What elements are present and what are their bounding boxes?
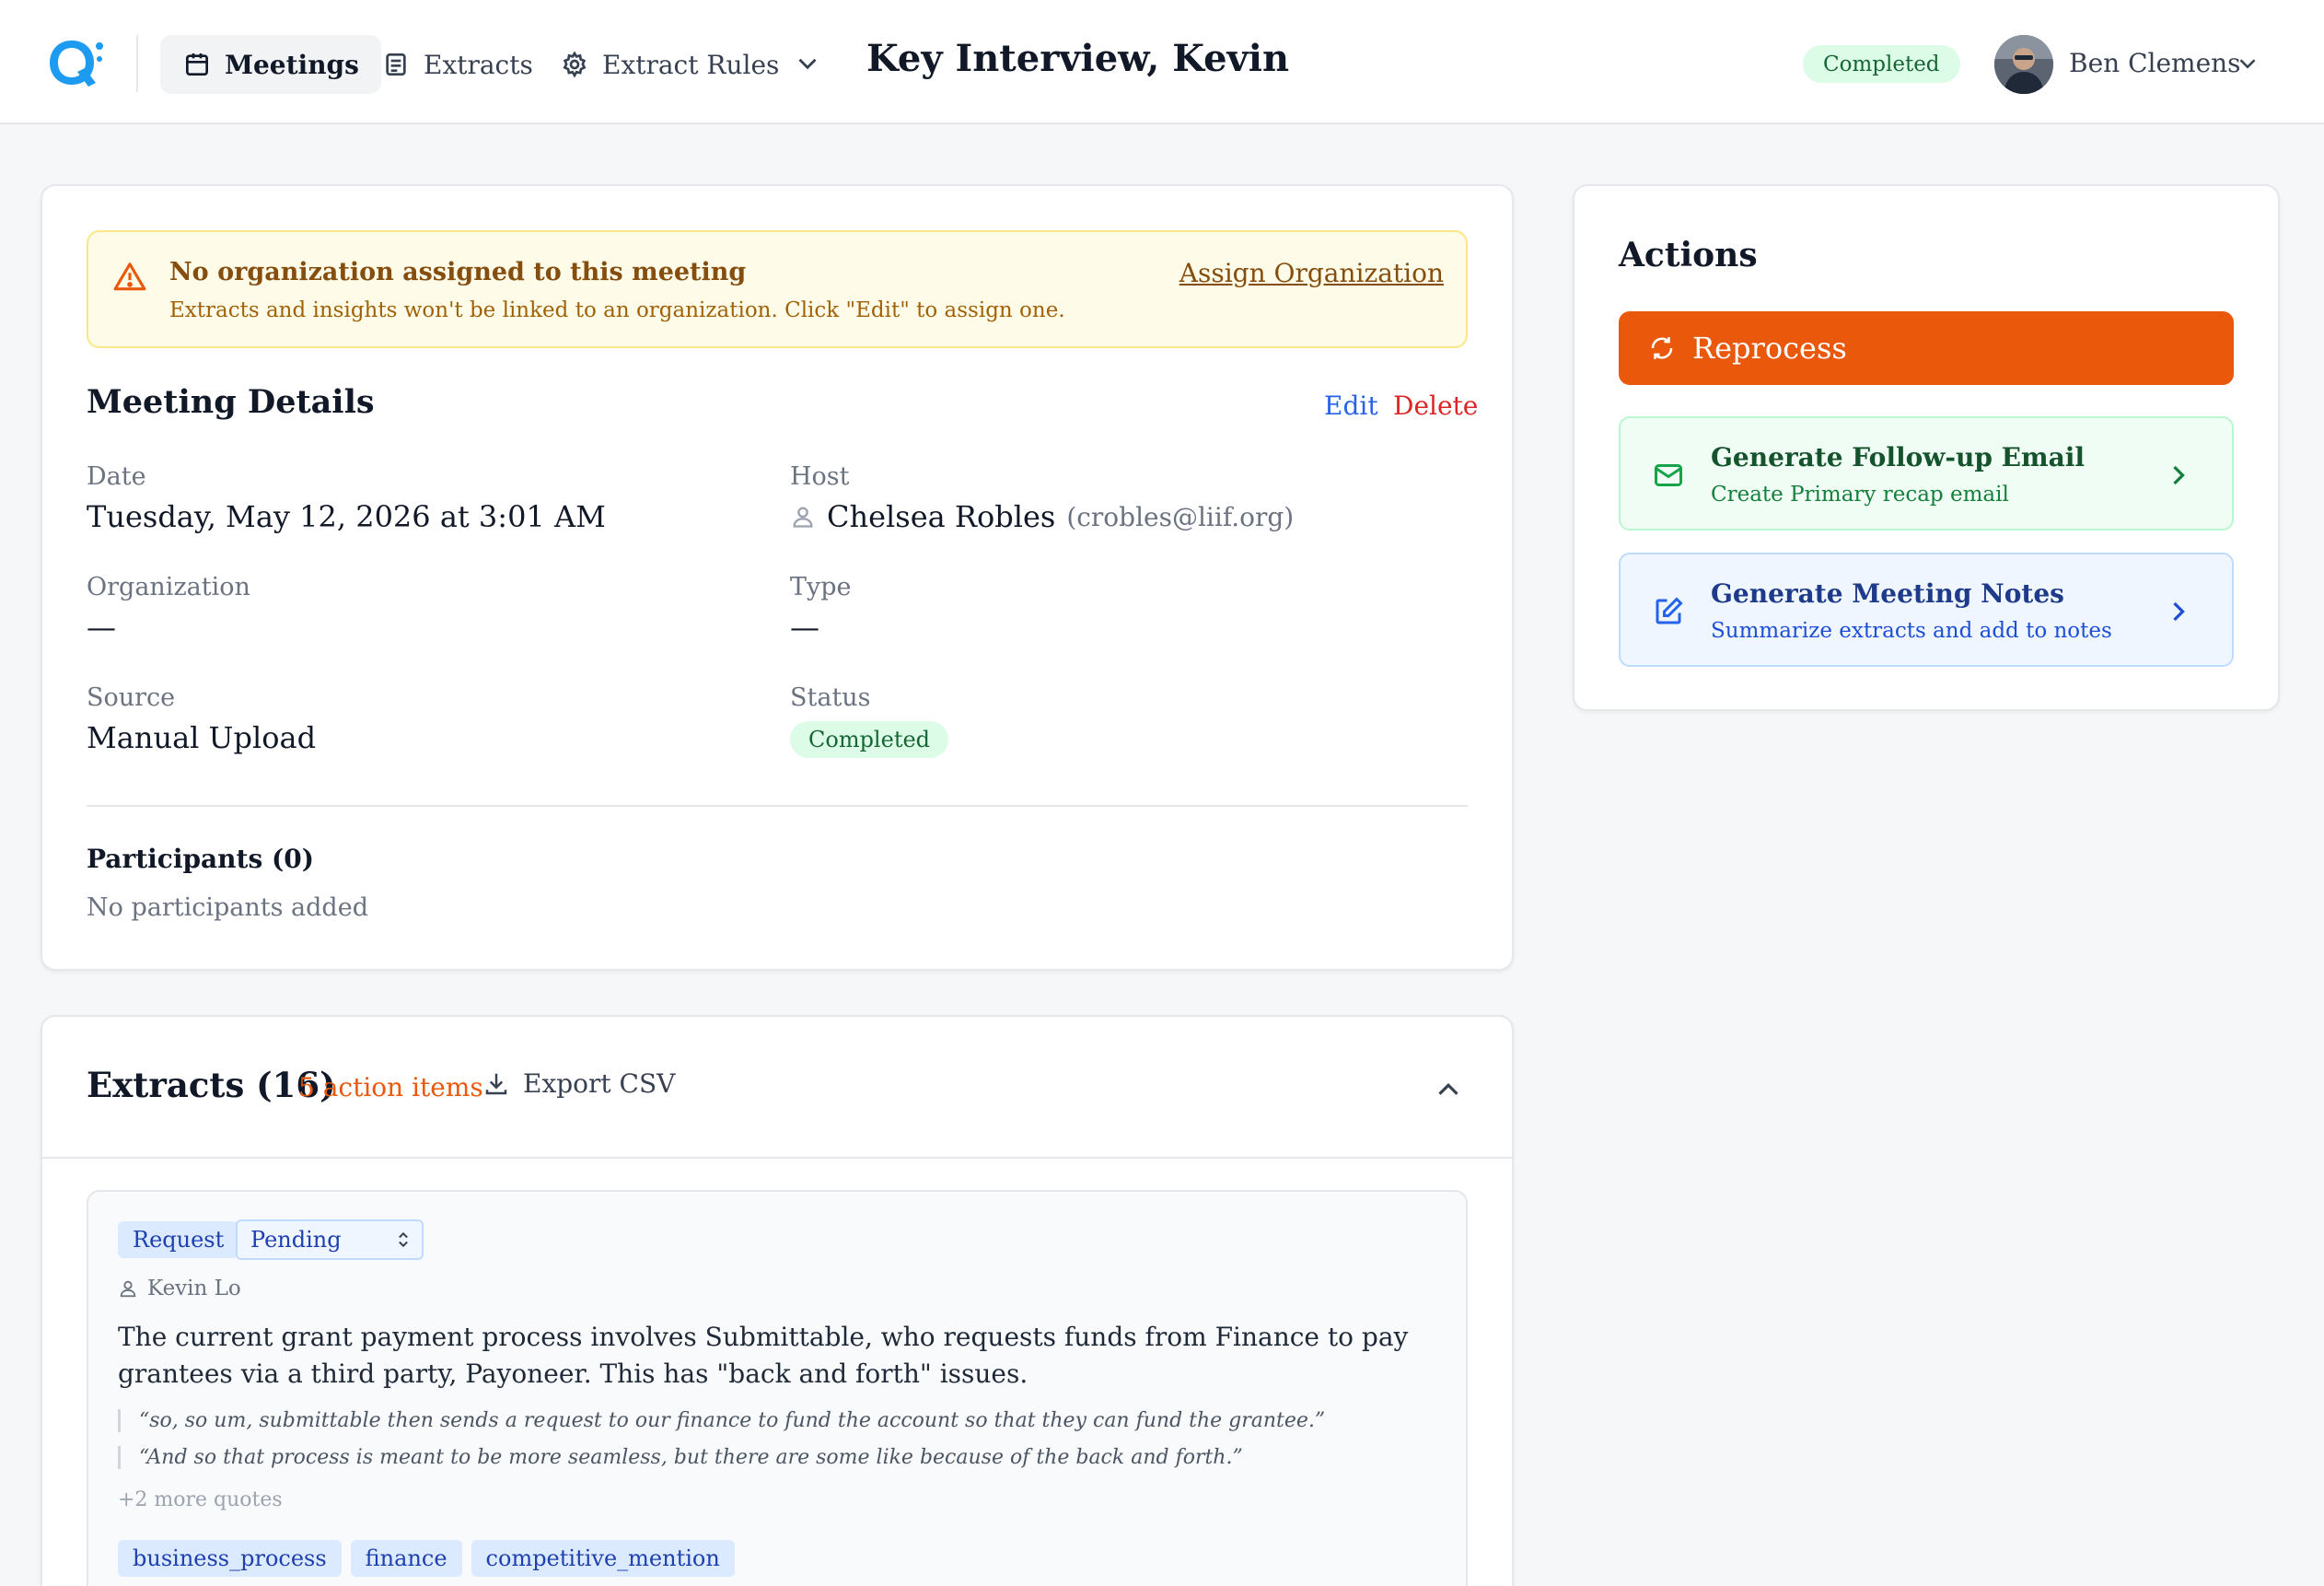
host-value: Chelsea Robles (crobles@liif.org) bbox=[790, 499, 1294, 534]
nav-extract-rules[interactable]: Extract Rules bbox=[538, 35, 801, 94]
nav-meetings-label: Meetings bbox=[225, 49, 359, 80]
collapse-chevron-up-icon[interactable] bbox=[1431, 1072, 1466, 1107]
extract-quote: “And so that process is meant to be more… bbox=[118, 1446, 1444, 1469]
host-email: (crobles@liif.org) bbox=[1066, 501, 1295, 532]
avatar[interactable] bbox=[1994, 35, 2053, 94]
extract-status-value: Pending bbox=[250, 1227, 342, 1253]
generate-follow-up-email-button[interactable]: Generate Follow-up Email Create Primary … bbox=[1619, 416, 2234, 531]
edit-icon bbox=[1652, 595, 1685, 628]
refresh-icon bbox=[1648, 334, 1676, 362]
user-name[interactable]: Ben Clemens bbox=[2069, 48, 2241, 78]
extract-tags: business_process finance competitive_men… bbox=[118, 1540, 735, 1577]
notes-tile-title: Generate Meeting Notes bbox=[1711, 578, 2064, 609]
date-value: Tuesday, May 12, 2026 at 3:01 AM bbox=[87, 499, 606, 534]
extract-speaker-name: Kevin Lo bbox=[147, 1277, 241, 1300]
extract-status-select[interactable]: Pending bbox=[236, 1219, 424, 1260]
edit-button[interactable]: Edit bbox=[1324, 391, 1378, 421]
extracts-header[interactable]: Extracts (16) 5 action items Export CSV bbox=[42, 1017, 1512, 1159]
extract-speaker: Kevin Lo bbox=[118, 1277, 241, 1300]
no-organization-warning: No organization assigned to this meeting… bbox=[87, 230, 1468, 348]
extract-quote: “so, so um, submittable then sends a req… bbox=[118, 1409, 1444, 1432]
document-icon bbox=[381, 50, 411, 79]
select-arrows-icon bbox=[394, 1230, 413, 1249]
warning-triangle-icon bbox=[112, 260, 147, 295]
extract-type-badge: Request bbox=[118, 1221, 239, 1258]
delete-button[interactable]: Delete bbox=[1393, 391, 1478, 421]
type-label: Type bbox=[790, 573, 852, 601]
app-logo[interactable] bbox=[46, 35, 105, 90]
export-csv-label: Export CSV bbox=[523, 1068, 676, 1099]
more-quotes-link[interactable]: +2 more quotes bbox=[118, 1488, 283, 1511]
host-name: Chelsea Robles bbox=[827, 499, 1056, 534]
warning-title: No organization assigned to this meeting bbox=[169, 258, 747, 286]
calendar-icon bbox=[182, 50, 212, 79]
status-label: Status bbox=[790, 683, 871, 712]
nav-meetings[interactable]: Meetings bbox=[160, 35, 381, 94]
download-icon bbox=[482, 1070, 510, 1098]
organization-label: Organization bbox=[87, 573, 250, 601]
person-icon bbox=[118, 1278, 138, 1299]
participants-empty-text: No participants added bbox=[87, 893, 368, 922]
assign-organization-link[interactable]: Assign Organization bbox=[1179, 258, 1444, 288]
tag[interactable]: competitive_mention bbox=[471, 1540, 735, 1577]
topbar-divider bbox=[136, 35, 138, 92]
status-value-badge: Completed bbox=[790, 721, 949, 758]
actions-card: Actions Reprocess Generate Follow-up Ema… bbox=[1573, 184, 2280, 711]
status-badge: Completed bbox=[1803, 45, 1960, 83]
chevron-right-icon bbox=[2162, 459, 2195, 492]
source-label: Source bbox=[87, 683, 176, 712]
nav-extracts[interactable]: Extracts bbox=[359, 35, 555, 94]
reprocess-button[interactable]: Reprocess bbox=[1619, 311, 2234, 385]
extract-item: Request Pending Kevin Lo The current gra… bbox=[87, 1190, 1468, 1586]
email-tile-subtitle: Create Primary recap email bbox=[1711, 483, 2009, 507]
top-bar: Meetings Extracts Extract Rules Key Inte… bbox=[0, 0, 2324, 124]
tag[interactable]: business_process bbox=[118, 1540, 342, 1577]
action-items-count[interactable]: 5 action items bbox=[298, 1072, 483, 1102]
divider bbox=[87, 805, 1468, 807]
chevron-right-icon bbox=[2162, 595, 2195, 628]
tag[interactable]: finance bbox=[350, 1540, 462, 1577]
actions-title: Actions bbox=[1619, 236, 1758, 274]
type-value: — bbox=[790, 610, 819, 645]
mail-icon bbox=[1652, 459, 1685, 492]
nav-more-chevron-down-icon[interactable] bbox=[792, 48, 823, 79]
person-icon bbox=[790, 504, 816, 530]
generate-meeting-notes-button[interactable]: Generate Meeting Notes Summarize extract… bbox=[1619, 553, 2234, 667]
page-title: Key Interview, Kevin bbox=[866, 37, 1290, 80]
meeting-details-card: No organization assigned to this meeting… bbox=[41, 184, 1514, 971]
notes-tile-subtitle: Summarize extracts and add to notes bbox=[1711, 619, 2112, 643]
reprocess-label: Reprocess bbox=[1692, 331, 1847, 366]
extract-summary: The current grant payment process involv… bbox=[118, 1322, 1409, 1389]
source-value: Manual Upload bbox=[87, 720, 317, 755]
email-tile-title: Generate Follow-up Email bbox=[1711, 442, 2086, 472]
export-csv-button[interactable]: Export CSV bbox=[482, 1068, 675, 1099]
nav-extract-rules-label: Extract Rules bbox=[602, 49, 780, 80]
gear-icon bbox=[560, 50, 589, 79]
warning-text: Extracts and insights won't be linked to… bbox=[169, 298, 1065, 322]
user-menu-chevron-down-icon[interactable] bbox=[2234, 50, 2261, 77]
meeting-details-title: Meeting Details bbox=[87, 383, 375, 421]
organization-value: — bbox=[87, 610, 116, 645]
host-label: Host bbox=[790, 462, 850, 491]
participants-title: Participants (0) bbox=[87, 844, 314, 874]
extracts-card: Extracts (16) 5 action items Export CSV … bbox=[41, 1015, 1514, 1586]
date-label: Date bbox=[87, 462, 146, 491]
nav-extracts-label: Extracts bbox=[424, 49, 533, 80]
